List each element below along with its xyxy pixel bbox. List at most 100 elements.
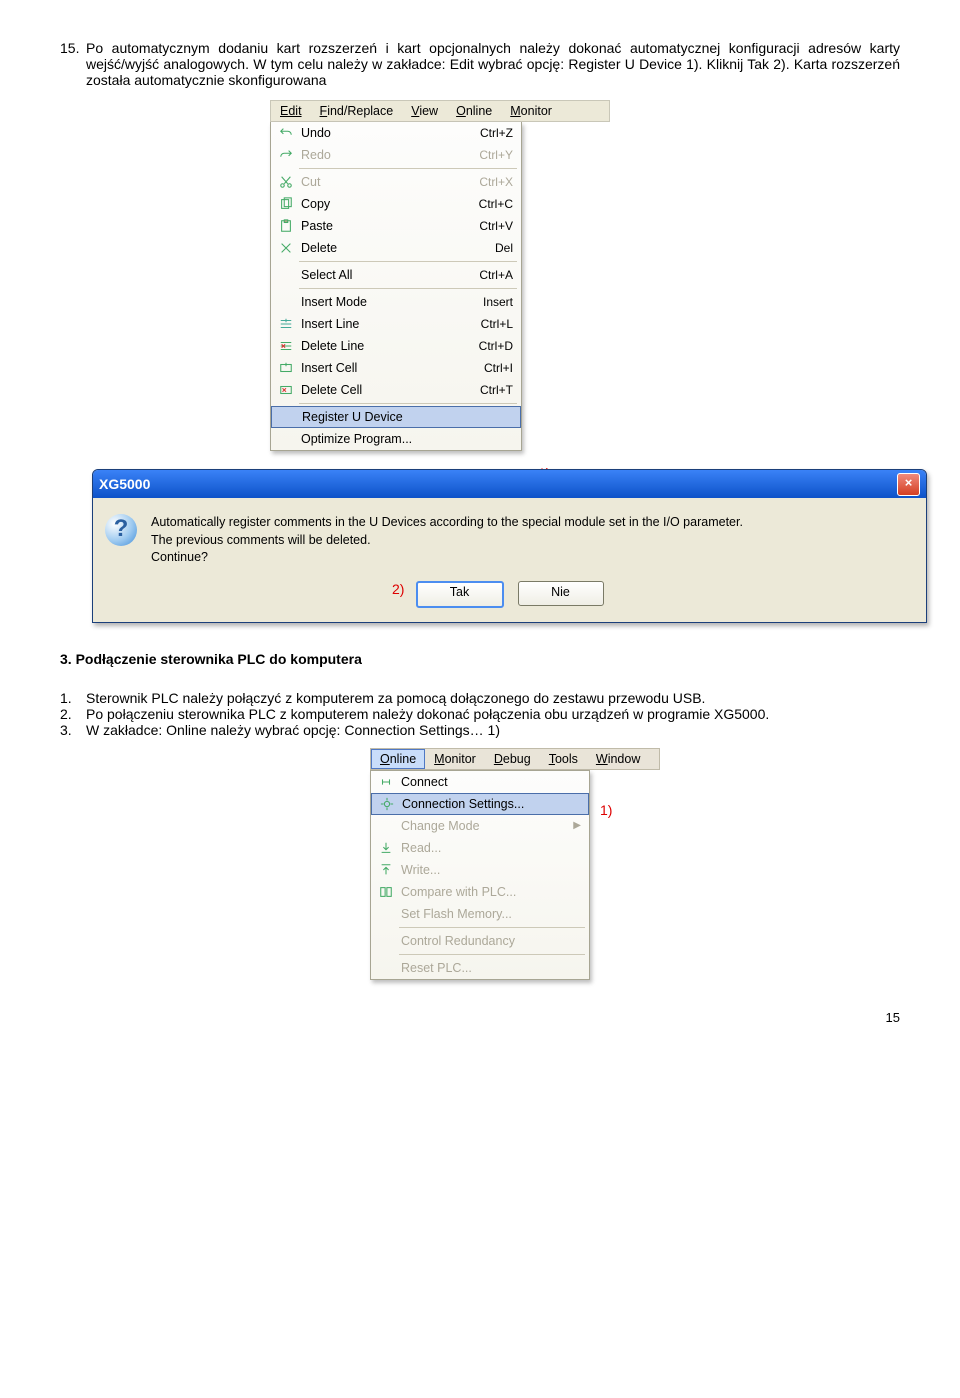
write-icon	[375, 863, 397, 877]
menu-item-change-mode: Change Mode▶	[371, 815, 589, 837]
dialog-line2: The previous comments will be deleted.	[151, 532, 743, 550]
menu-item-shortcut: Ctrl+A	[479, 268, 513, 282]
menu-item-optimize-program[interactable]: Optimize Program...	[271, 428, 521, 450]
menu-monitor2[interactable]: Monitor	[425, 749, 485, 769]
section-3-heading: 3. Podłączenie sterownika PLC do kompute…	[60, 649, 900, 670]
para-3-3: 3. W zakładce: Online należy wybrać opcj…	[60, 722, 900, 738]
menu-item-connection-settings[interactable]: Connection Settings...	[371, 793, 589, 815]
menu-item-label: Cut	[297, 175, 479, 189]
menu-item-shortcut: Ctrl+Z	[480, 126, 513, 140]
menu-item-connect[interactable]: Connect	[371, 771, 589, 793]
para-15-num: 15.	[60, 40, 86, 88]
menu-item-label: Copy	[297, 197, 479, 211]
online-menu-screenshot: Online Monitor Debug Tools Window Connec…	[370, 748, 660, 980]
dialog-message: Automatically register comments in the U…	[151, 514, 743, 567]
settings-icon	[376, 797, 398, 811]
menu-item-read: Read...	[371, 837, 589, 859]
compare-icon	[375, 885, 397, 899]
copy-icon	[275, 197, 297, 211]
para-3-1-text: Sterownik PLC należy połączyć z komputer…	[86, 690, 900, 706]
insline-icon	[275, 317, 297, 331]
annotation-1b: 1)	[600, 802, 612, 818]
menu-item-control-redundancy: Control Redundancy	[371, 930, 589, 952]
menu-item-shortcut: Ctrl+X	[479, 175, 513, 189]
menu-debug[interactable]: Debug	[485, 749, 540, 769]
yes-button[interactable]: Tak	[416, 581, 504, 608]
menu-item-label: Delete Line	[297, 339, 479, 353]
menu-item-label: Paste	[297, 219, 479, 233]
menu-item-label: Read...	[397, 841, 581, 855]
menu-item-label: Compare with PLC...	[397, 885, 581, 899]
menu-window[interactable]: Window	[587, 749, 649, 769]
menu-tools[interactable]: Tools	[540, 749, 587, 769]
menu-item-set-flash-memory: Set Flash Memory...	[371, 903, 589, 925]
dialog-line1: Automatically register comments in the U…	[151, 514, 743, 532]
menu-item-compare-with-plc: Compare with PLC...	[371, 881, 589, 903]
menu-item-shortcut: Ctrl+V	[479, 219, 513, 233]
close-icon[interactable]: ×	[897, 473, 920, 496]
menu-item-shortcut: Ctrl+T	[480, 383, 513, 397]
menu-view[interactable]: View	[402, 101, 447, 121]
menu-item-shortcut: Insert	[483, 295, 513, 309]
menu-item-insert-mode[interactable]: Insert ModeInsert	[271, 291, 521, 313]
inscell-icon	[275, 361, 297, 375]
menu-item-label: Control Redundancy	[397, 934, 581, 948]
dialog-titlebar: XG5000 ×	[93, 470, 926, 498]
menu-item-register-u-device[interactable]: Register U Device	[271, 406, 521, 428]
menu-item-label: Write...	[397, 863, 581, 877]
menu-item-label: Insert Cell	[297, 361, 484, 375]
online-menu-bar: Online Monitor Debug Tools Window	[370, 748, 660, 770]
menu-item-reset-plc: Reset PLC...	[371, 957, 589, 979]
menu-item-shortcut: Ctrl+D	[479, 339, 513, 353]
menu-item-redo: RedoCtrl+Y	[271, 144, 521, 166]
menu-item-select-all[interactable]: Select AllCtrl+A	[271, 264, 521, 286]
menu-online2[interactable]: Online	[371, 749, 425, 769]
menu-item-insert-cell[interactable]: Insert CellCtrl+I	[271, 357, 521, 379]
menu-item-shortcut: Del	[495, 241, 513, 255]
edit-menu-bar: Edit Find/Replace View Online Monitor	[270, 100, 610, 122]
menu-find[interactable]: Find/Replace	[311, 101, 403, 121]
menu-item-shortcut: Ctrl+C	[479, 197, 513, 211]
page-number: 15	[60, 1010, 900, 1025]
menu-item-label: Optimize Program...	[297, 432, 513, 446]
dialog-screenshot: XG5000 × ? Automatically register commen…	[92, 469, 927, 623]
menu-item-label: Insert Mode	[297, 295, 483, 309]
menu-online[interactable]: Online	[447, 101, 501, 121]
menu-item-label: Register U Device	[298, 410, 512, 424]
annotation-2: 2)	[392, 581, 404, 597]
dialog-title: XG5000	[99, 476, 150, 492]
submenu-arrow-icon: ▶	[573, 820, 581, 831]
menu-item-shortcut: Ctrl+L	[481, 317, 513, 331]
para-3-1: 1. Sterownik PLC należy połączyć z kompu…	[60, 690, 900, 706]
menu-item-label: Delete Cell	[297, 383, 480, 397]
connect-icon	[375, 775, 397, 789]
menu-item-write: Write...	[371, 859, 589, 881]
menu-item-label: Delete	[297, 241, 495, 255]
no-button[interactable]: Nie	[518, 581, 604, 606]
menu-item-delete-line[interactable]: Delete LineCtrl+D	[271, 335, 521, 357]
online-menu-dropdown: Connect Connection Settings... Change Mode…	[370, 770, 590, 980]
delete-icon	[275, 241, 297, 255]
menu-item-delete-cell[interactable]: Delete CellCtrl+T	[271, 379, 521, 401]
menu-edit[interactable]: Edit	[271, 101, 311, 121]
menu-item-label: Change Mode	[397, 819, 573, 833]
menu-item-insert-line[interactable]: Insert LineCtrl+L	[271, 313, 521, 335]
menu-item-shortcut: Ctrl+I	[484, 361, 513, 375]
menu-item-paste[interactable]: PasteCtrl+V	[271, 215, 521, 237]
cut-icon	[275, 175, 297, 189]
menu-item-shortcut: Ctrl+Y	[479, 148, 513, 162]
dialog-buttons: Tak Nie	[93, 573, 926, 622]
edit-menu-screenshot: Edit Find/Replace View Online Monitor Un…	[270, 100, 610, 451]
menu-item-copy[interactable]: CopyCtrl+C	[271, 193, 521, 215]
dialog-line3: Continue?	[151, 549, 743, 567]
menu-item-label: Redo	[297, 148, 479, 162]
para-3-2: 2. Po połączeniu sterownika PLC z komput…	[60, 706, 900, 722]
undo-icon	[275, 126, 297, 140]
delcell-icon	[275, 383, 297, 397]
para-3-3-text: W zakładce: Online należy wybrać opcję: …	[86, 722, 900, 738]
menu-monitor[interactable]: Monitor	[501, 101, 561, 121]
edit-menu-dropdown: UndoCtrl+ZRedoCtrl+YCutCtrl+XCopyCtrl+CP…	[270, 122, 522, 451]
menu-item-undo[interactable]: UndoCtrl+Z	[271, 122, 521, 144]
menu-item-label: Connection Settings...	[398, 797, 580, 811]
menu-item-delete[interactable]: DeleteDel	[271, 237, 521, 259]
